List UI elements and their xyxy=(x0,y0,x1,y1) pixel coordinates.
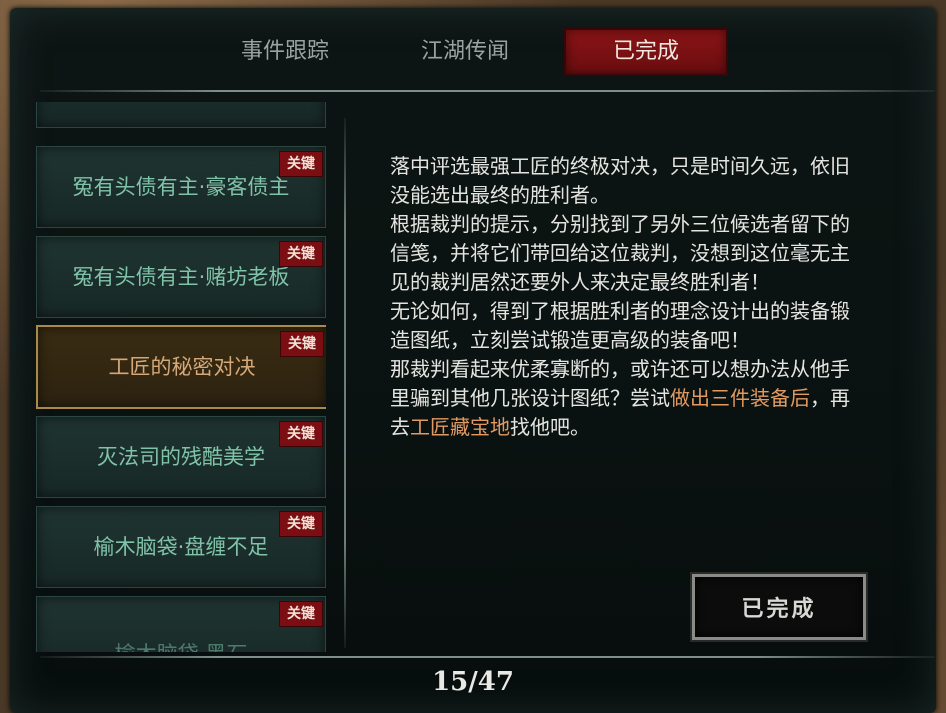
bottom-divider xyxy=(40,656,935,658)
description-paragraph: 无论如何，得到了根据胜利者的理念设计出的装备锻造图纸，立刻尝试锻造更高级的装备吧… xyxy=(390,299,850,352)
page-counter: 15/47 xyxy=(432,667,514,697)
key-badge: 关键 xyxy=(279,601,323,627)
location-highlight: 工匠藏宝地 xyxy=(410,415,510,439)
key-badge: 关键 xyxy=(280,331,324,357)
tab-divider xyxy=(40,90,935,92)
description-text: 找他吧。 xyxy=(510,415,590,439)
quest-title: 灭法司的残酷美学 xyxy=(97,445,265,469)
quest-item[interactable]: 榆木脑袋·盘缠不足 关键 xyxy=(36,506,326,588)
quest-item[interactable]: 灭法司的残酷美学 关键 xyxy=(36,416,326,498)
tab-bar: 事件跟踪 江湖传闻 已完成 xyxy=(0,0,946,90)
completed-status-button[interactable]: 已完成 xyxy=(692,574,866,640)
quest-title: 冤有头债有主·赌坊老板 xyxy=(72,265,290,289)
tab-event-tracking[interactable]: 事件跟踪 xyxy=(220,30,350,74)
quest-title: 工匠的秘密对决 xyxy=(108,355,256,379)
vertical-divider xyxy=(344,118,346,648)
quest-item-partial[interactable] xyxy=(36,102,326,128)
key-badge: 关键 xyxy=(279,241,323,267)
quest-item-selected[interactable]: 工匠的秘密对决 关键 xyxy=(36,325,326,409)
key-badge: 关键 xyxy=(279,421,323,447)
quest-item[interactable]: 冤有头债有主·赌坊老板 关键 xyxy=(36,236,326,318)
quest-list[interactable]: 冤有头债有主·豪客债主 关键 冤有头债有主·赌坊老板 关键 工匠的秘密对决 关键… xyxy=(36,102,326,652)
quest-title: 冤有头债有主·豪客债主 xyxy=(72,175,290,199)
tab-completed[interactable]: 已完成 xyxy=(566,30,726,74)
description-paragraph: 落中评选最强工匠的终极对决，只是时间久远，依旧没能选出最终的胜利者。 xyxy=(390,154,850,207)
quest-title: 榆木脑袋·黑石 xyxy=(57,597,305,652)
quest-title: 榆木脑袋·盘缠不足 xyxy=(93,535,269,559)
description-paragraph: 根据裁判的提示，分别找到了另外三位候选者留下的信笺，并将它们带回给这位裁判，没想… xyxy=(390,212,850,294)
description-paragraph: 那裁判看起来优柔寡断的，或许还可以想办法从他手里骗到其他几张设计图纸？尝试做出三… xyxy=(390,355,850,442)
key-badge: 关键 xyxy=(279,511,323,537)
quest-item[interactable]: 榆木脑袋·黑石 关键 xyxy=(36,596,326,652)
key-badge: 关键 xyxy=(279,151,323,177)
quest-item[interactable]: 冤有头债有主·豪客债主 关键 xyxy=(36,146,326,228)
objective-highlight: 做出三件装备后 xyxy=(670,386,810,410)
tab-rumors[interactable]: 江湖传闻 xyxy=(400,30,530,74)
quest-description: 落中评选最强工匠的终极对决，只是时间久远，依旧没能选出最终的胜利者。 根据裁判的… xyxy=(390,152,850,442)
